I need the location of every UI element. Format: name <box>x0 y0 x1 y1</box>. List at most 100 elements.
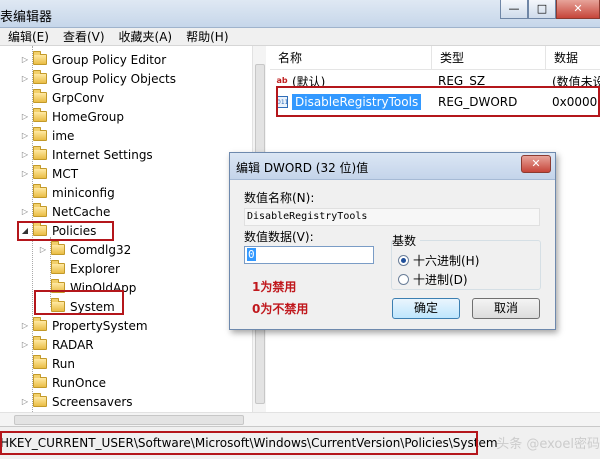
value-data: 0x000000 <box>552 95 600 109</box>
value-data-text: 0 <box>247 248 256 261</box>
folder-icon <box>33 317 47 331</box>
note-disable: 1为禁用 <box>252 280 297 294</box>
folder-icon <box>33 89 47 103</box>
menu-edit[interactable]: 编辑(E) <box>0 28 55 45</box>
tree-item-label: NetCache <box>52 204 111 219</box>
dialog-close-button[interactable]: ✕ <box>521 155 551 173</box>
window-controls: — □ ✕ <box>500 0 600 19</box>
tree-item-internet-settings[interactable]: ▷ Internet Settings <box>20 145 153 164</box>
menu-favorites[interactable]: 收藏夹(A) <box>111 28 179 45</box>
watermark: 头条 @exoel密码 <box>496 437 600 452</box>
folder-icon <box>51 260 65 274</box>
tree-item-label: RADAR <box>52 337 94 352</box>
tree-item-group-policy-objects[interactable]: ▷ Group Policy Objects <box>20 69 176 88</box>
expand-arrow-icon[interactable]: ▷ <box>20 55 30 64</box>
expand-arrow-icon[interactable]: ▷ <box>20 131 30 140</box>
tree-item-label: Screensavers <box>52 394 133 409</box>
tree-item-runonce[interactable]: RunOnce <box>20 373 106 392</box>
expand-arrow-icon[interactable]: ▷ <box>20 74 30 83</box>
folder-icon <box>33 393 47 407</box>
ok-button[interactable]: 确定 <box>392 298 460 319</box>
close-button[interactable]: ✕ <box>556 0 600 19</box>
dialog-body: 数值名称(N): DisableRegistryTools 数值数据(V): 0… <box>230 180 555 329</box>
folder-icon <box>51 241 65 255</box>
registry-tree[interactable]: ▷ Group Policy Editor ▷ Group Policy Obj… <box>0 46 266 412</box>
tree-item-netcache[interactable]: ▷ NetCache <box>20 202 110 221</box>
list-item-default[interactable]: ab (默认) REG_SZ (数值未设 <box>276 71 600 91</box>
dword-value-icon: 011 <box>276 96 288 108</box>
tree-item-system[interactable]: System <box>38 297 115 316</box>
radio-selected-icon[interactable] <box>398 255 409 266</box>
expand-arrow-icon[interactable]: ▷ <box>20 397 30 406</box>
radio-dec[interactable]: 十进制(D) <box>398 271 468 288</box>
tree-item-propertysystem[interactable]: ▷ PropertySystem <box>20 316 148 335</box>
menu-view[interactable]: 查看(V) <box>55 28 111 45</box>
list-header: 名称 类型 数据 <box>270 46 600 70</box>
tree-item-label: Group Policy Objects <box>52 71 177 86</box>
value-data: (数值未设 <box>552 74 600 89</box>
minimize-button[interactable]: — <box>500 0 528 19</box>
tree-item-label: Run <box>52 356 76 371</box>
folder-open-icon <box>33 222 47 236</box>
tree-item-winoldapp[interactable]: WinOldApp <box>38 278 136 297</box>
column-data[interactable]: 数据 <box>546 46 600 69</box>
folder-icon <box>33 70 47 84</box>
expand-arrow-icon[interactable]: ▷ <box>20 207 30 216</box>
dialog-title-bar: 编辑 DWORD (32 位)值 ✕ <box>230 153 555 180</box>
tree-item-label: GrpConv <box>52 90 105 105</box>
value-name: (默认) <box>292 74 326 89</box>
tree-item-grpconv[interactable]: GrpConv <box>20 88 104 107</box>
horizontal-scrollbar-thumb[interactable] <box>14 415 244 425</box>
tree-item-policies[interactable]: ◢ Policies <box>20 221 96 240</box>
expand-arrow-icon[interactable]: ▷ <box>20 150 30 159</box>
tree-item-comdlg32[interactable]: ▷ Comdlg32 <box>38 240 131 259</box>
tree-item-group-policy-editor[interactable]: ▷ Group Policy Editor <box>20 50 166 69</box>
list-item-disableregistrytools[interactable]: 011 DisableRegistryTools REG_DWORD 0x000… <box>276 92 600 112</box>
value-data-label: 数值数据(V): <box>244 230 314 244</box>
column-name[interactable]: 名称 <box>270 46 432 69</box>
expand-arrow-icon[interactable]: ▷ <box>20 112 30 121</box>
tree-item-homegroup[interactable]: ▷ HomeGroup <box>20 107 124 126</box>
menu-bar: 编辑(E) 查看(V) 收藏夹(A) 帮助(H) <box>0 28 600 46</box>
folder-icon <box>33 108 47 122</box>
tree-item-ime[interactable]: ▷ ime <box>20 126 74 145</box>
folder-icon <box>33 127 47 141</box>
tree-item-screensavers[interactable]: ▷ Screensavers <box>20 392 133 411</box>
tree-item-label: Group Policy Editor <box>52 52 167 67</box>
maximize-button[interactable]: □ <box>528 0 556 19</box>
tree-item-miniconfig[interactable]: miniconfig <box>20 183 115 202</box>
folder-icon <box>33 336 47 350</box>
tree-item-label: PropertySystem <box>52 318 148 333</box>
tree-item-radar[interactable]: ▷ RADAR <box>20 335 94 354</box>
column-type[interactable]: 类型 <box>432 46 546 69</box>
folder-icon <box>33 203 47 217</box>
tree-item-label: Comdlg32 <box>70 242 132 257</box>
menu-help[interactable]: 帮助(H) <box>178 28 234 45</box>
cancel-button[interactable]: 取消 <box>472 298 540 319</box>
value-data-input[interactable]: 0 <box>244 246 374 264</box>
expand-arrow-icon[interactable]: ▷ <box>20 169 30 178</box>
value-name-field[interactable]: DisableRegistryTools <box>244 208 540 226</box>
tree-item-label: miniconfig <box>52 185 115 200</box>
tree-item-label: ime <box>52 128 75 143</box>
value-name-selected: DisableRegistryTools <box>292 94 422 110</box>
edit-dword-dialog: 编辑 DWORD (32 位)值 ✕ 数值名称(N): DisableRegis… <box>229 152 556 330</box>
folder-icon <box>33 355 47 369</box>
tree-horizontal-scrollbar[interactable] <box>0 412 600 426</box>
tree-item-mct[interactable]: ▷ MCT <box>20 164 78 183</box>
radio-hex[interactable]: 十六进制(H) <box>398 252 479 269</box>
radix-label: 基数 <box>392 232 421 249</box>
folder-icon <box>33 51 47 65</box>
value-type: REG_DWORD <box>438 95 518 109</box>
tree-item-run[interactable]: Run <box>20 354 75 373</box>
expand-arrow-icon[interactable]: ▷ <box>20 321 30 330</box>
tree-item-label: Internet Settings <box>52 147 153 162</box>
status-bar: HKEY_CURRENT_USER\Software\Microsoft\Win… <box>0 426 600 459</box>
string-value-icon: ab <box>276 76 288 85</box>
radio-unselected-icon[interactable] <box>398 274 409 285</box>
value-type: REG_SZ <box>438 74 486 88</box>
tree-item-explorer[interactable]: Explorer <box>38 259 120 278</box>
collapse-arrow-icon[interactable]: ◢ <box>20 226 30 235</box>
expand-arrow-icon[interactable]: ▷ <box>20 340 30 349</box>
expand-arrow-icon[interactable]: ▷ <box>38 245 48 254</box>
